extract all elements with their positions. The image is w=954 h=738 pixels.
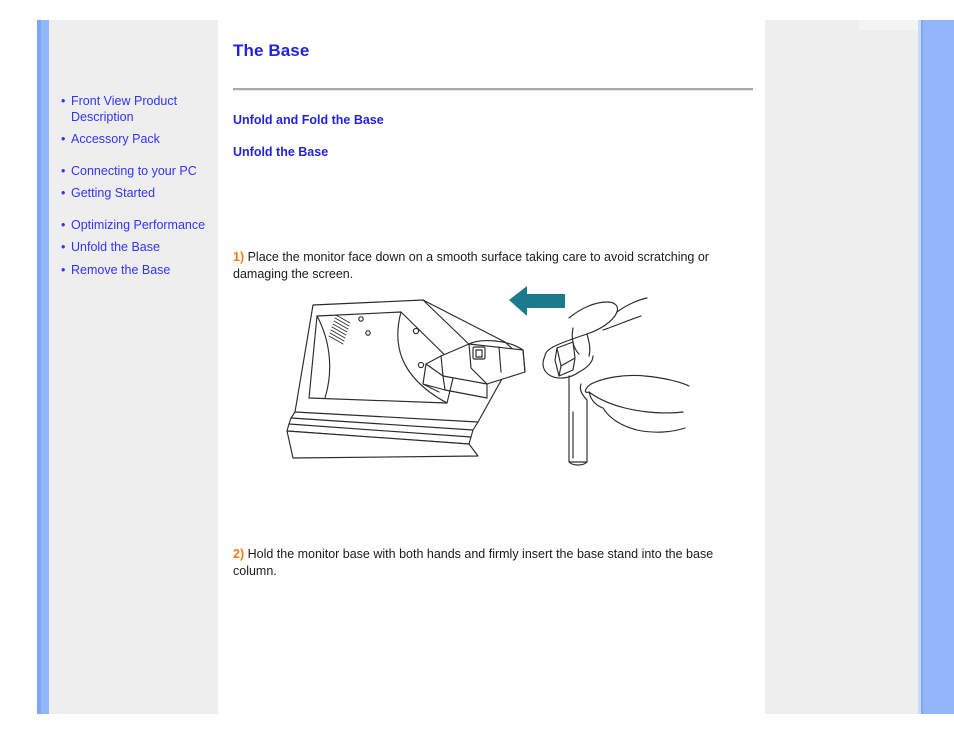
title-divider: [233, 88, 753, 91]
bullet-icon: •: [61, 240, 66, 254]
section-heading-unfold-and-fold: Unfold and Fold the Base: [233, 113, 384, 127]
main-content: The Base Unfold and Fold the Base Unfold…: [218, 20, 765, 714]
sidebar: • Front View Product Description • Acces…: [49, 20, 218, 714]
bullet-icon: •: [61, 132, 66, 146]
sidebar-nav: • Front View Product Description • Acces…: [49, 94, 218, 278]
bullet-icon: •: [61, 186, 66, 200]
monitor-base-assembly-illustration: [273, 272, 693, 472]
sidebar-item-label: Remove the Base: [71, 262, 171, 277]
sidebar-item-getting-started[interactable]: • Getting Started: [49, 186, 218, 202]
sidebar-item-accessory-pack[interactable]: • Accessory Pack: [49, 132, 218, 148]
sidebar-item-label: Getting Started: [71, 186, 156, 200]
sidebar-item-connecting-to-your-pc[interactable]: • Connecting to your PC: [49, 164, 218, 180]
bullet-icon: •: [61, 163, 66, 178]
page-root: • Front View Product Description • Acces…: [0, 0, 954, 738]
page-title: The Base: [233, 41, 310, 60]
sidebar-group-1: • Front View Product Description • Acces…: [49, 94, 218, 148]
right-blue-rail: [923, 20, 954, 714]
sidebar-item-label: Front View Product Description: [71, 94, 178, 124]
step-2-text: Hold the monitor base with both hands an…: [233, 546, 714, 578]
sidebar-item-unfold-the-base[interactable]: • Unfold the Base: [49, 240, 218, 256]
sidebar-item-label: Accessory Pack: [71, 132, 160, 146]
left-blue-rail-highlight: [37, 20, 41, 714]
step-1-number: 1): [233, 249, 245, 264]
sidebar-item-label: Optimizing Performance: [71, 217, 206, 232]
bullet-icon: •: [61, 94, 66, 108]
bullet-icon: •: [61, 217, 66, 232]
sidebar-item-front-view-product-description[interactable]: • Front View Product Description: [49, 94, 218, 125]
sidebar-item-remove-the-base[interactable]: • Remove the Base: [49, 263, 218, 279]
step-2-paragraph: 2) Hold the monitor base with both hands…: [233, 546, 725, 580]
section-heading-unfold: Unfold the Base: [233, 145, 329, 159]
right-panel-notch: [859, 20, 918, 30]
sidebar-item-label: Connecting to your PC: [71, 163, 197, 178]
sidebar-group-2: • Connecting to your PC • Getting Starte…: [49, 164, 218, 202]
bullet-icon: •: [61, 262, 66, 277]
step-2-number: 2): [233, 546, 245, 561]
sidebar-item-label: Unfold the Base: [71, 240, 160, 254]
sidebar-group-3: • Optimizing Performance • Unfold the Ba…: [49, 218, 218, 279]
sidebar-item-optimizing-performance[interactable]: • Optimizing Performance: [49, 218, 218, 234]
right-gray-panel: [765, 20, 918, 714]
